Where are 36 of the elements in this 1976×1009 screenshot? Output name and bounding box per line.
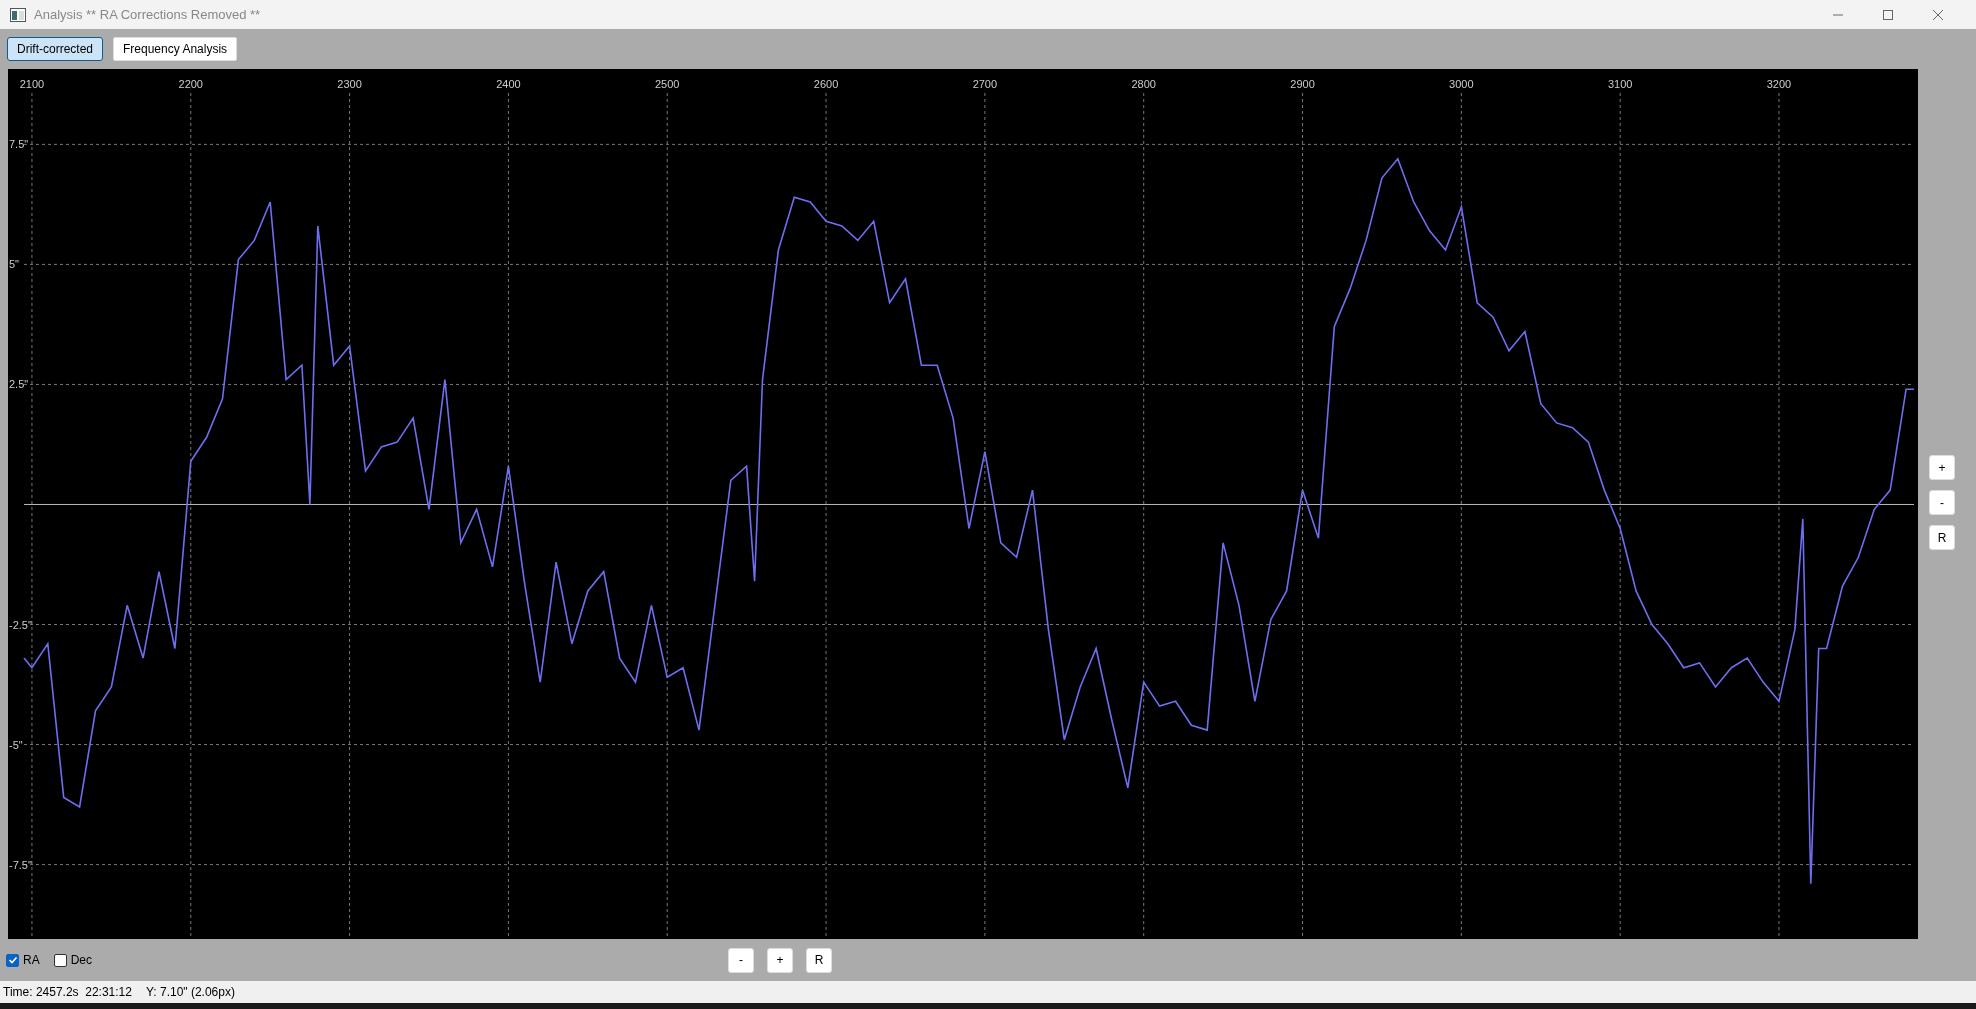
x-tick-label: 3000 <box>1449 78 1474 90</box>
close-icon[interactable] <box>1932 8 1944 21</box>
zoom-button[interactable]: - <box>1929 490 1955 515</box>
y-tick-label: 2.5" <box>9 378 29 391</box>
x-tick-label: 2700 <box>972 78 998 90</box>
tab[interactable]: Frequency Analysis <box>113 37 238 61</box>
checkbox-label: Dec <box>70 953 92 967</box>
y-tick-label: 5" <box>9 258 20 271</box>
x-tick-label: 2600 <box>813 78 839 90</box>
y-readout: Y: 7.10" (2.06px) <box>146 985 235 999</box>
zoom-button[interactable]: R <box>806 947 832 973</box>
tab[interactable]: Drift-corrected <box>7 37 103 61</box>
x-tick-label: 2300 <box>337 78 362 90</box>
zoom-button[interactable]: + <box>767 947 793 973</box>
y-tick-label: 7.5" <box>9 138 29 151</box>
app-icon <box>10 7 26 22</box>
checkbox-label: RA <box>23 953 40 967</box>
zoom-button[interactable]: R <box>1929 525 1955 550</box>
x-tick-label: 2200 <box>178 78 203 90</box>
time-readout: Time: 2457.2s 22:31:12 <box>3 985 132 999</box>
maximize-icon[interactable] <box>1882 8 1894 21</box>
checkbox[interactable] <box>53 953 67 967</box>
x-tick-label: 3200 <box>1766 78 1792 90</box>
checkbox[interactable] <box>6 953 19 967</box>
x-tick-label: 2800 <box>1131 78 1156 90</box>
zoom-button[interactable]: - <box>728 947 754 973</box>
y-tick-label: -2.5" <box>9 618 32 631</box>
x-tick-label: 3100 <box>1607 78 1633 90</box>
x-tick-label: 2400 <box>496 78 521 90</box>
x-tick-label: 2500 <box>655 78 680 90</box>
x-tick-label: 2900 <box>1290 78 1315 90</box>
window-title: Analysis ** RA Corrections Removed ** <box>34 7 261 22</box>
zoom-button[interactable]: + <box>1929 455 1955 480</box>
x-tick-label: 2100 <box>19 78 45 90</box>
y-tick-label: -5" <box>9 738 23 751</box>
y-tick-label: -7.5" <box>9 858 32 871</box>
